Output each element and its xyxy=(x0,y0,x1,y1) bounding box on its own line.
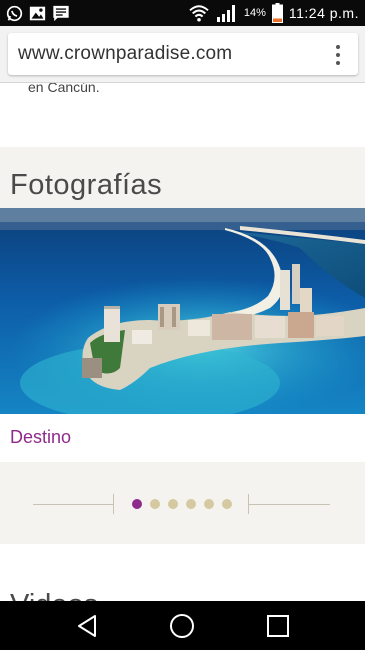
pager-dot-2[interactable] xyxy=(150,499,160,509)
section-title: Fotografías xyxy=(10,169,163,201)
web-page: en Cancún. Fotografías Destino xyxy=(0,83,365,601)
pager-dot-5[interactable] xyxy=(204,499,214,509)
gallery-icon xyxy=(29,5,46,22)
browser-toolbar: www.crownparadise.com xyxy=(0,26,365,83)
battery-icon xyxy=(271,3,283,23)
slide-caption[interactable]: Destino xyxy=(10,427,71,448)
system-nav-bar xyxy=(0,601,365,650)
url-bar[interactable]: www.crownparadise.com xyxy=(8,33,358,75)
pager-prev-tick[interactable] xyxy=(113,494,114,514)
recents-icon[interactable] xyxy=(266,614,290,638)
url-text[interactable]: www.crownparadise.com xyxy=(18,43,232,65)
message-icon xyxy=(52,5,70,22)
photos-section: Fotografías Destino xyxy=(0,147,365,544)
cancun-aerial-photo[interactable] xyxy=(0,208,365,414)
status-bar: 14% 11:24 p.m. xyxy=(0,0,365,26)
pager-line-right xyxy=(248,504,330,505)
intro-text-fragment: en Cancún. xyxy=(28,83,100,95)
pager-dot-4[interactable] xyxy=(186,499,196,509)
pager-dot-1[interactable] xyxy=(132,499,142,509)
more-vert-icon[interactable] xyxy=(330,45,346,65)
slider-pager xyxy=(0,462,365,544)
clock: 11:24 p.m. xyxy=(288,5,359,21)
pager-dot-6[interactable] xyxy=(222,499,232,509)
next-section-title: Videos xyxy=(10,589,98,601)
battery-percent: 14% xyxy=(243,7,266,19)
whatsapp-icon xyxy=(6,5,23,22)
pager-dot-3[interactable] xyxy=(168,499,178,509)
back-icon[interactable] xyxy=(75,614,99,638)
pager-line-left xyxy=(33,504,113,505)
wifi-icon xyxy=(188,4,210,22)
pager-dots xyxy=(132,499,232,509)
signal-icon xyxy=(216,4,238,22)
home-icon[interactable] xyxy=(169,613,195,639)
slide-caption-area: Destino xyxy=(0,414,365,462)
